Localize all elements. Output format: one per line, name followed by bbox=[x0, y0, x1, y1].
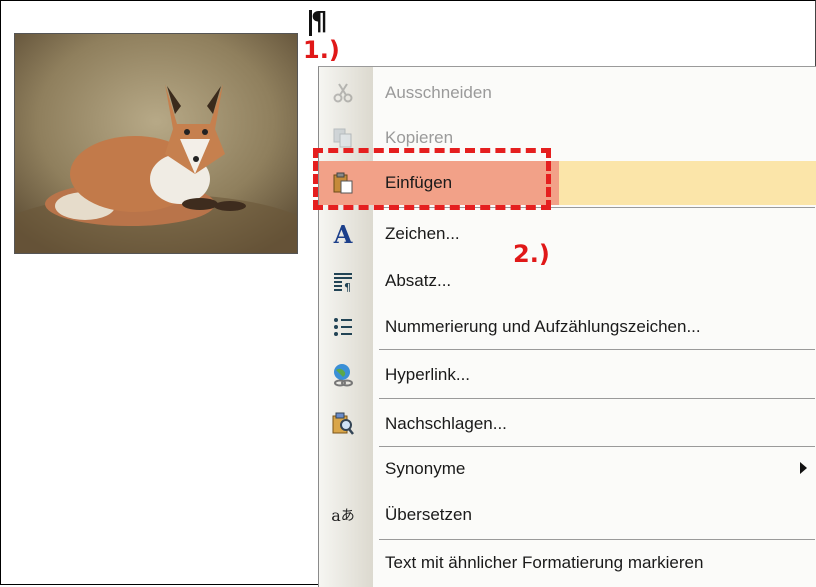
menu-item-hyperlink[interactable]: Hyperlink... bbox=[319, 353, 816, 397]
svg-text:¶: ¶ bbox=[344, 281, 351, 292]
annotation-step-2: 2.) bbox=[513, 240, 550, 268]
menu-item-label: Übersetzen bbox=[385, 505, 472, 524]
menu-item-label: Zeichen... bbox=[385, 224, 460, 243]
menu-item-paragraph[interactable]: ¶ Absatz... bbox=[319, 259, 816, 303]
menu-item-translate[interactable]: aあ Übersetzen bbox=[319, 493, 816, 537]
menu-item-label: Synonyme bbox=[385, 459, 466, 478]
paragraph-icon: ¶ bbox=[329, 267, 357, 295]
menu-item-select-similar[interactable]: Text mit ähnlicher Formatierung markiere… bbox=[319, 541, 816, 585]
fox-illustration bbox=[15, 34, 297, 253]
menu-item-label: Ausschneiden bbox=[385, 83, 492, 102]
hyperlink-icon bbox=[329, 361, 357, 389]
context-menu: Ausschneiden Kopieren Einfügen A Zeichen… bbox=[318, 66, 816, 587]
fox-photo[interactable] bbox=[14, 33, 298, 254]
menu-item-synonyms[interactable]: Synonyme bbox=[319, 447, 816, 491]
menu-item-label: Nummerierung und Aufzählungszeichen... bbox=[385, 317, 701, 336]
menu-item-label: Nachschlagen... bbox=[385, 414, 507, 433]
menu-item-label: Hyperlink... bbox=[385, 365, 471, 384]
menu-separator bbox=[379, 539, 815, 540]
menu-item-font[interactable]: A Zeichen... bbox=[319, 212, 816, 256]
submenu-arrow-icon bbox=[800, 462, 807, 474]
menu-separator bbox=[379, 398, 815, 399]
scissors-icon bbox=[329, 79, 357, 107]
font-icon: A bbox=[333, 219, 353, 249]
menu-separator bbox=[379, 349, 815, 350]
paragraph-mark-icon: ¶ bbox=[311, 7, 328, 37]
menu-item-research[interactable]: Nachschlagen... bbox=[319, 402, 816, 446]
highlight-dashed-box bbox=[313, 148, 551, 210]
translate-icon: aあ bbox=[331, 505, 355, 525]
menu-item-label: Kopieren bbox=[385, 128, 454, 147]
menu-item-cut[interactable]: Ausschneiden bbox=[319, 71, 816, 115]
annotation-step-1: 1.) bbox=[303, 36, 340, 64]
menu-item-numbering[interactable]: Nummerierung und Aufzählungszeichen... bbox=[319, 305, 816, 349]
menu-item-label: Absatz... bbox=[385, 271, 452, 290]
bullet-list-icon bbox=[329, 313, 357, 341]
menu-item-label: Text mit ähnlicher Formatierung markiere… bbox=[385, 553, 704, 572]
research-icon bbox=[329, 410, 357, 438]
